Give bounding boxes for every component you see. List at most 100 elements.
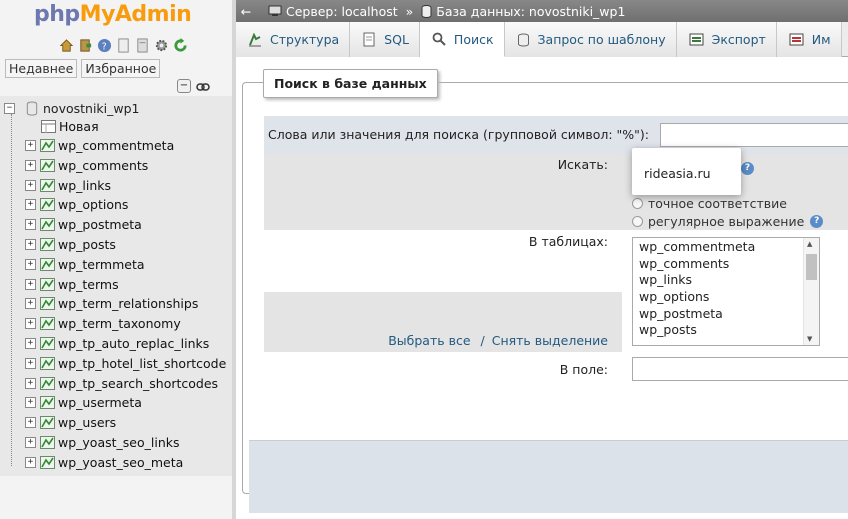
collapse-all-icon[interactable]: −	[177, 79, 191, 93]
tree-item-table[interactable]: + wp_comments	[25, 156, 148, 175]
table-icon	[40, 178, 55, 192]
expand-toggle-icon[interactable]: +	[25, 298, 36, 310]
sql-docs-icon[interactable]	[134, 37, 150, 53]
new-table-icon	[41, 120, 56, 133]
help-icon[interactable]: ?	[810, 215, 824, 228]
search-words-input[interactable]	[660, 123, 848, 147]
expand-toggle-icon[interactable]: +	[25, 219, 36, 231]
query-icon	[517, 33, 530, 47]
expand-toggle-icon[interactable]: +	[25, 318, 36, 330]
tables-list-option[interactable]: wp_posts	[633, 321, 819, 338]
expand-toggle-icon[interactable]: +	[25, 239, 36, 250]
autocomplete-suggestion[interactable]: rideasia.ru	[644, 166, 711, 181]
in-tables-label: В таблицах:	[528, 234, 608, 249]
back-arrow-icon[interactable]: ←	[236, 4, 256, 19]
tables-select-list[interactable]: wp_commentmeta wp_comments wp_links wp_opti…	[632, 237, 820, 346]
tables-scrollbar[interactable]: ▲ ▼	[803, 238, 819, 345]
tree-item-table[interactable]: + wp_postmeta	[25, 215, 142, 234]
tab-query[interactable]: Запрос по шаблону	[504, 22, 677, 57]
tree-item-table[interactable]: + wp_usermeta	[25, 393, 142, 412]
tables-list-option[interactable]: wp_commentmeta	[633, 238, 819, 255]
tree-item-table[interactable]: + wp_tp_auto_replac_links	[25, 334, 209, 353]
tree-item-table[interactable]: + wp_termmeta	[25, 255, 145, 274]
find-label: Искать:	[557, 157, 608, 172]
tree-item-table[interactable]: + wp_users	[25, 413, 116, 432]
expand-toggle-icon[interactable]: +	[25, 417, 36, 429]
tables-list-option[interactable]: wp_options	[633, 288, 819, 305]
expand-toggle-icon[interactable]: +	[25, 456, 36, 468]
logout-icon[interactable]	[77, 37, 93, 53]
tree-item-table[interactable]: + wp_yoast_seo_meta	[25, 453, 183, 472]
breadcrumb-separator: »	[405, 3, 414, 19]
link-with-main-icon[interactable]	[196, 80, 210, 95]
scrollbar-thumb[interactable]	[806, 254, 817, 280]
tree-item-new[interactable]: Новая	[41, 117, 99, 136]
table-icon	[40, 396, 55, 410]
database-icon	[26, 100, 38, 116]
favorites-button[interactable]: Избранное	[81, 59, 161, 78]
database-name: novostniki_wp1	[43, 100, 140, 116]
tab-sql[interactable]: SQL	[350, 22, 420, 57]
table-name: wp_termmeta	[58, 256, 145, 272]
breadcrumb-server[interactable]: Сервер: localhost	[286, 4, 398, 19]
reload-icon[interactable]	[172, 37, 188, 53]
table-name: wp_tp_auto_replac_links	[58, 336, 210, 351]
tree-item-table[interactable]: + wp_options	[25, 195, 128, 214]
tables-list-option[interactable]: wp_links	[633, 271, 819, 288]
expand-toggle-icon[interactable]: +	[25, 140, 36, 151]
table-icon	[40, 436, 55, 449]
tab-export[interactable]: Экспорт	[676, 22, 777, 57]
unselect-all-link[interactable]: Снять выделение	[492, 333, 608, 348]
expand-toggle-icon[interactable]: +	[25, 437, 36, 448]
tree-item-table[interactable]: + wp_links	[25, 176, 111, 195]
documentation-icon[interactable]	[115, 37, 131, 53]
settings-gear-icon[interactable]	[153, 37, 169, 53]
select-all-link[interactable]: Выбрать все	[388, 333, 470, 348]
phpmyadmin-logo[interactable]: phpMyAdmin	[34, 2, 192, 27]
table-icon	[40, 277, 55, 291]
tree-item-table[interactable]: + wp_yoast_seo_links	[25, 433, 180, 452]
expand-toggle-icon[interactable]: +	[25, 179, 36, 191]
tree-item-table[interactable]: + wp_posts	[25, 235, 116, 254]
tab-import[interactable]: Им	[776, 22, 842, 57]
expand-toggle-icon[interactable]: +	[25, 338, 36, 349]
tables-list-option[interactable]: wp_postmeta	[633, 305, 819, 322]
tree-item-table[interactable]: + wp_term_taxonomy	[25, 314, 181, 333]
tree-item-table[interactable]: + wp_tp_hotel_list_shortcode	[25, 354, 226, 373]
expand-toggle-icon[interactable]: +	[25, 377, 36, 389]
tree-item-table[interactable]: + wp_commentmeta	[25, 136, 174, 155]
table-name: wp_comments	[58, 157, 149, 173]
radio-exact-match[interactable]: точное соответствие	[632, 196, 787, 211]
expand-toggle-icon[interactable]: +	[25, 357, 36, 369]
table-name: wp_terms	[58, 276, 119, 292]
link-separator: /	[480, 333, 485, 348]
tree-item-table[interactable]: + wp_terms	[25, 275, 119, 294]
tree-item-table[interactable]: + wp_tp_search_shortcodes	[25, 374, 218, 393]
help-icon[interactable]: ?	[96, 37, 112, 53]
table-name: wp_commentmeta	[58, 138, 175, 153]
collapse-toggle-icon[interactable]: −	[4, 102, 15, 114]
in-field-input[interactable]	[632, 357, 848, 381]
tab-structure[interactable]: Структура	[236, 22, 351, 57]
help-icon[interactable]: ?	[741, 162, 754, 175]
home-icon[interactable]	[58, 37, 74, 53]
expand-toggle-icon[interactable]: +	[25, 258, 36, 270]
radio-circle[interactable]	[632, 198, 643, 209]
expand-toggle-icon[interactable]: +	[25, 159, 36, 171]
radio-regexp[interactable]: регулярное выражение ?	[632, 214, 824, 229]
recent-button[interactable]: Недавнее	[5, 59, 78, 78]
expand-toggle-icon[interactable]: +	[25, 397, 36, 409]
table-icon	[40, 455, 55, 469]
scroll-down-icon[interactable]: ▼	[807, 335, 812, 343]
radio-circle[interactable]	[632, 216, 643, 227]
tree-database-row[interactable]: − novostniki_wp1	[4, 99, 140, 117]
breadcrumb-database[interactable]: База данных: novostniki_wp1	[436, 4, 625, 19]
tables-list-option[interactable]: wp_comments	[633, 255, 819, 272]
scroll-up-icon[interactable]: ▲	[807, 240, 812, 248]
export-icon	[689, 33, 704, 46]
tab-search[interactable]: Поиск	[419, 22, 505, 57]
expand-toggle-icon[interactable]: +	[25, 199, 36, 211]
table-name: wp_links	[58, 177, 112, 193]
tree-item-table[interactable]: + wp_term_relationships	[25, 294, 198, 313]
expand-toggle-icon[interactable]: +	[25, 278, 36, 290]
